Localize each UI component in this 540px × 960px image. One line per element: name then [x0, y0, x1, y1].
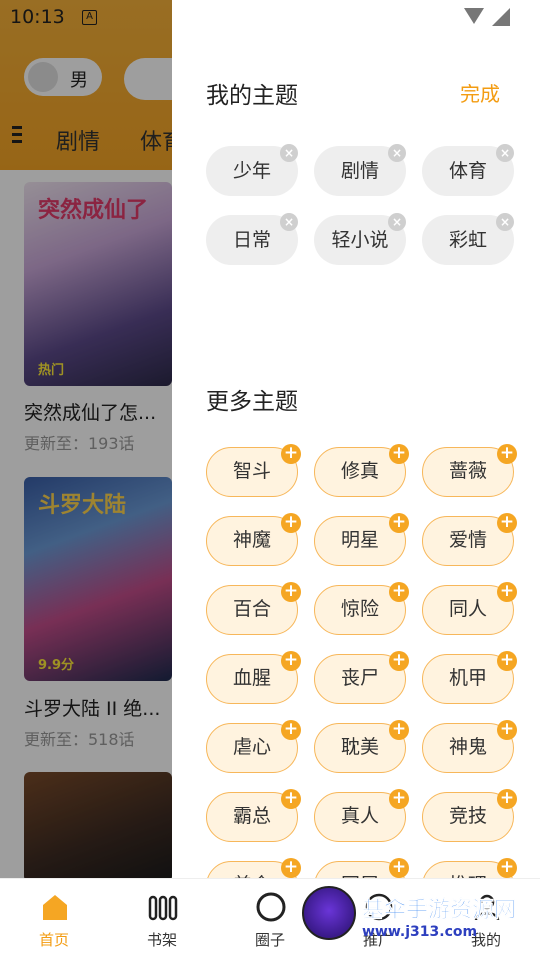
more-topic-chip[interactable]: 百合 +	[206, 582, 301, 635]
wifi-icon	[464, 8, 484, 24]
done-button[interactable]: 完成	[460, 78, 500, 107]
remove-topic-icon[interactable]: ×	[388, 144, 406, 162]
my-topic-chip[interactable]: 少年 ×	[206, 144, 298, 196]
system-status-icons	[464, 8, 520, 28]
my-topic-chip[interactable]: 日常 ×	[206, 213, 298, 265]
topic-drawer: 我的主题 完成 少年 × 剧情 × 体育 × 日常 × 轻小说 × 彩虹 × 更多主题 智斗 + 修真 + 蔷…	[172, 0, 540, 878]
add-topic-icon[interactable]: +	[389, 444, 409, 464]
add-topic-icon[interactable]: +	[281, 720, 301, 740]
topic-label: 蔷薇	[448, 460, 487, 482]
more-topic-chip[interactable]: 蔷薇 +	[422, 444, 517, 497]
topic-label: 虐心	[232, 736, 271, 758]
more-topics-title: 更多主题	[206, 389, 298, 415]
more-topic-chip[interactable]: 明星 +	[314, 513, 409, 566]
topic-label: 日常	[232, 229, 271, 251]
more-topic-chip[interactable]: 修真 +	[314, 444, 409, 497]
topic-label: 轻小说	[331, 229, 389, 251]
topic-label: 爱情	[448, 529, 487, 551]
add-topic-icon[interactable]: +	[497, 789, 517, 809]
nav-home[interactable]: 首页	[9, 879, 99, 960]
add-topic-icon[interactable]: +	[281, 582, 301, 602]
remove-topic-icon[interactable]: ×	[388, 213, 406, 231]
topic-label: 霸总	[232, 805, 271, 827]
topic-label: 明星	[340, 529, 379, 551]
add-topic-icon[interactable]: +	[389, 513, 409, 533]
add-topic-icon[interactable]: +	[497, 858, 517, 878]
add-topic-icon[interactable]: +	[497, 720, 517, 740]
topic-label: 少年	[232, 160, 271, 182]
watermark: 基伞手游资源网 www.j313.com	[300, 884, 540, 948]
topic-label: 神魔	[232, 529, 271, 551]
bookshelf-icon	[148, 895, 178, 921]
more-topic-chip[interactable]: 血腥 +	[206, 651, 301, 704]
add-topic-icon[interactable]: +	[281, 651, 301, 671]
add-topic-icon[interactable]: +	[281, 789, 301, 809]
topic-label: 耽美	[340, 736, 379, 758]
add-topic-icon[interactable]: +	[281, 858, 301, 878]
signal-icon	[492, 8, 510, 26]
topic-label: 机甲	[448, 667, 487, 689]
more-topic-chip[interactable]: 同人 +	[422, 582, 517, 635]
more-topic-chip[interactable]: 霸总 +	[206, 789, 301, 842]
more-topic-chip[interactable]: 智斗 +	[206, 444, 301, 497]
topic-label: 彩虹	[448, 229, 487, 251]
nav-home-label: 首页	[38, 931, 69, 949]
remove-topic-icon[interactable]: ×	[496, 213, 514, 231]
more-topic-chip[interactable]: 机甲 +	[422, 651, 517, 704]
topic-label: 血腥	[232, 667, 271, 689]
home-icon	[43, 895, 67, 920]
remove-topic-icon[interactable]: ×	[280, 213, 298, 231]
more-topic-chip[interactable]: 耽美 +	[314, 720, 409, 773]
more-topic-chip[interactable]: 推理+	[422, 858, 517, 878]
topic-label: 剧情	[340, 160, 379, 182]
more-topic-chip[interactable]: 爱情 +	[422, 513, 517, 566]
more-topic-chip[interactable]: 同居+	[314, 858, 409, 878]
watermark-text: 基伞手游资源网	[362, 898, 517, 924]
watermark-logo-icon	[302, 886, 356, 940]
topic-label: 修真	[340, 460, 379, 482]
more-topic-chip[interactable]: 竞技 +	[422, 789, 517, 842]
nav-bookshelf[interactable]: 书架	[117, 879, 207, 960]
my-topic-chip[interactable]: 轻小说 ×	[314, 213, 406, 265]
more-topic-chip[interactable]: 虐心 +	[206, 720, 301, 773]
add-topic-icon[interactable]: +	[497, 444, 517, 464]
topic-label: 体育	[448, 160, 487, 182]
add-topic-icon[interactable]: +	[389, 651, 409, 671]
remove-topic-icon[interactable]: ×	[280, 144, 298, 162]
add-topic-icon[interactable]: +	[497, 582, 517, 602]
nav-bookshelf-label: 书架	[146, 931, 177, 949]
add-topic-icon[interactable]: +	[389, 720, 409, 740]
topic-label: 竞技	[448, 805, 487, 827]
topic-label: 神鬼	[448, 736, 487, 758]
more-topic-chip[interactable]: 真人 +	[314, 789, 409, 842]
add-topic-icon[interactable]: +	[389, 789, 409, 809]
my-topic-chip[interactable]: 彩虹 ×	[422, 213, 514, 265]
more-topic-chip[interactable]: 美食+	[206, 858, 301, 878]
topic-label: 百合	[232, 598, 271, 620]
add-topic-icon[interactable]: +	[281, 444, 301, 464]
add-topic-icon[interactable]: +	[281, 513, 301, 533]
my-topics-title: 我的主题	[206, 83, 298, 109]
add-topic-icon[interactable]: +	[389, 582, 409, 602]
topic-label: 智斗	[232, 460, 271, 482]
topic-label: 同人	[448, 598, 487, 620]
more-topic-chip[interactable]: 丧尸 +	[314, 651, 409, 704]
more-topic-chip[interactable]: 神魔 +	[206, 513, 301, 566]
my-topic-chip[interactable]: 体育 ×	[422, 144, 514, 196]
topic-label: 惊险	[340, 598, 379, 620]
circle-icon	[256, 892, 286, 922]
add-topic-icon[interactable]: +	[389, 858, 409, 878]
more-topic-chip[interactable]: 神鬼 +	[422, 720, 517, 773]
remove-topic-icon[interactable]: ×	[496, 144, 514, 162]
my-topic-chip[interactable]: 剧情 ×	[314, 144, 406, 196]
add-topic-icon[interactable]: +	[497, 513, 517, 533]
topic-label: 丧尸	[340, 667, 379, 689]
watermark-url: www.j313.com	[362, 924, 478, 940]
topic-label: 真人	[340, 805, 379, 827]
add-topic-icon[interactable]: +	[497, 651, 517, 671]
more-topic-chip[interactable]: 惊险 +	[314, 582, 409, 635]
